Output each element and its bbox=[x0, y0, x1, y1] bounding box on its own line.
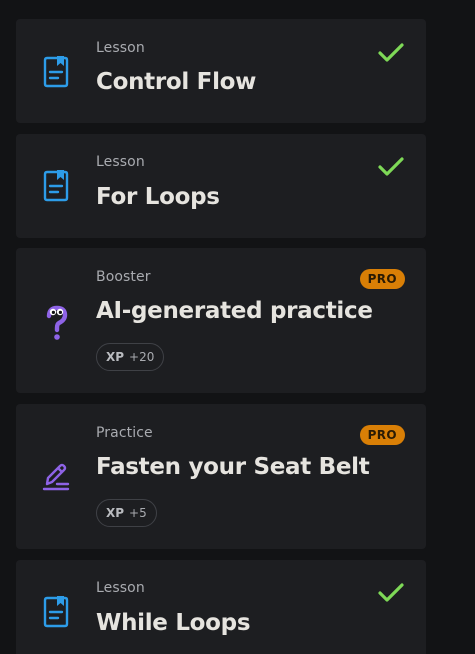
card-type-label: Booster bbox=[96, 269, 151, 285]
pro-badge: PRO bbox=[359, 425, 405, 445]
card-type-label: Practice bbox=[96, 425, 153, 441]
card-type-label: Lesson bbox=[96, 154, 145, 170]
checkmark-icon bbox=[376, 155, 406, 179]
checkmark-icon bbox=[376, 581, 406, 605]
card-title: AI-generated practice bbox=[96, 298, 373, 324]
xp-value: +5 bbox=[129, 506, 147, 520]
lesson-document-icon bbox=[40, 594, 72, 630]
practice-card-fasten-your-seat-belt[interactable]: Practice Fasten your Seat Belt PRO XP +5 bbox=[16, 404, 426, 549]
xp-reward-chip: XP +5 bbox=[96, 499, 157, 527]
lesson-card-control-flow[interactable]: Lesson Control Flow bbox=[16, 19, 426, 123]
lesson-card-for-loops[interactable]: Lesson For Loops bbox=[16, 134, 426, 238]
xp-label: XP bbox=[106, 350, 125, 364]
card-title: For Loops bbox=[96, 184, 220, 210]
pro-badge: PRO bbox=[359, 269, 405, 289]
checkmark-icon bbox=[376, 41, 406, 65]
card-type-label: Lesson bbox=[96, 40, 145, 56]
question-mark-mascot-icon bbox=[40, 304, 72, 340]
lesson-list: Lesson Control Flow Lesson For Loops Boo… bbox=[0, 0, 475, 654]
lesson-document-icon bbox=[40, 168, 72, 204]
lesson-document-icon bbox=[40, 54, 72, 90]
xp-reward-chip: XP +20 bbox=[96, 343, 165, 371]
card-type-label: Lesson bbox=[96, 580, 145, 596]
card-title: While Loops bbox=[96, 610, 251, 636]
booster-card-ai-generated-practice[interactable]: Booster AI-generated practice PRO XP +20 bbox=[16, 248, 426, 393]
xp-value: +20 bbox=[129, 350, 155, 364]
lesson-card-while-loops[interactable]: Lesson While Loops bbox=[16, 560, 426, 654]
xp-label: XP bbox=[106, 506, 125, 520]
card-title: Fasten your Seat Belt bbox=[96, 454, 370, 480]
pencil-edit-icon bbox=[40, 458, 72, 494]
card-title: Control Flow bbox=[96, 69, 257, 95]
